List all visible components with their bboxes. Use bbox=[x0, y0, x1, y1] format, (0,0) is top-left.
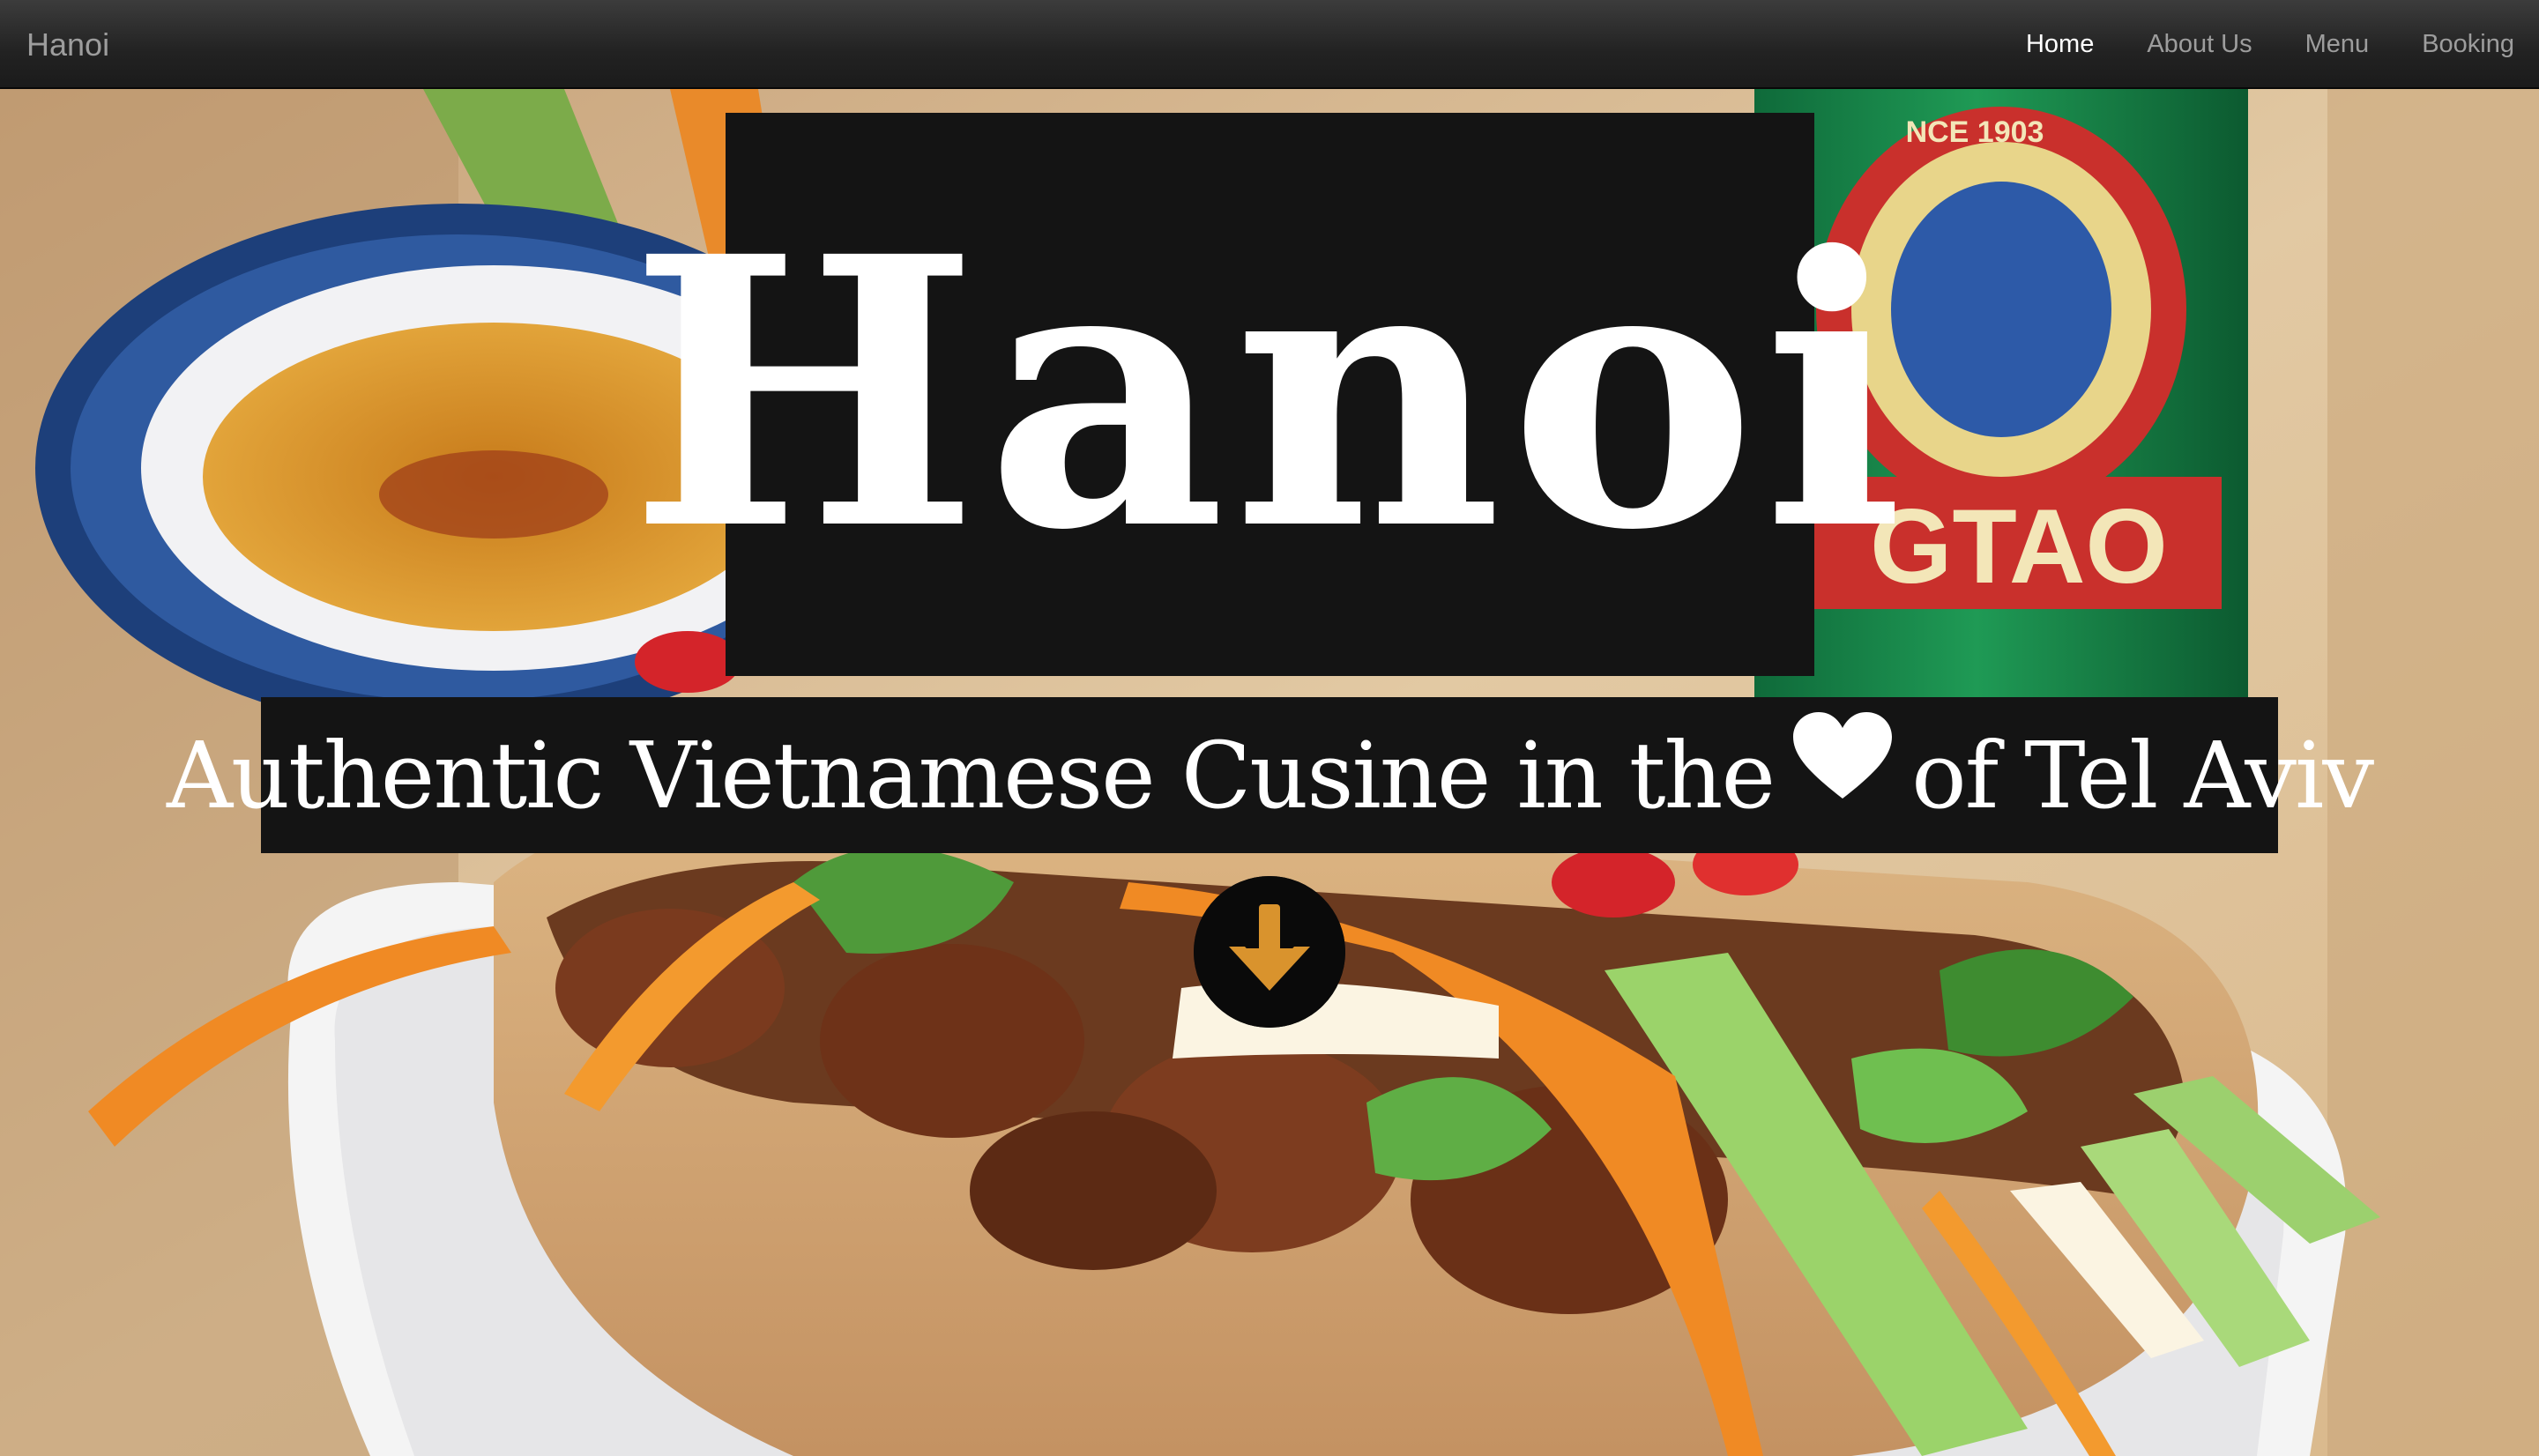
nav-item-about-us[interactable]: About Us bbox=[2147, 0, 2252, 89]
heart-icon bbox=[1793, 711, 1893, 800]
scroll-down-button[interactable] bbox=[1194, 876, 1345, 1028]
title-box: Hanoi bbox=[629, 113, 1904, 676]
hero-section: GTAO NCE 1903 Hanoi Authentic Vietnamese… bbox=[0, 89, 2539, 1456]
nav-item-home[interactable]: Home bbox=[2026, 0, 2094, 89]
arrow-down-circle-icon bbox=[1194, 876, 1345, 1028]
navbar: Hanoi Home About Us Menu Booking bbox=[0, 0, 2539, 89]
nav-menu: Home About Us Menu Booking bbox=[2026, 0, 2514, 89]
nav-item-menu[interactable]: Menu bbox=[2305, 0, 2370, 89]
subtitle-box: Authentic Vietnamese Cusine in the of Te… bbox=[167, 697, 2374, 853]
beer-can-text: GTAO bbox=[1870, 487, 2168, 605]
subtitle-text-start: Authentic Vietnamese Cusine in the bbox=[166, 721, 1776, 829]
page-title: Hanoi bbox=[629, 176, 1911, 612]
beer-can-band-text: NCE 1903 bbox=[1906, 115, 2044, 149]
subtitle-text-end: of Tel Aviv bbox=[1911, 721, 2374, 829]
nav-item-booking[interactable]: Booking bbox=[2422, 0, 2514, 89]
brand-link[interactable]: Hanoi bbox=[26, 0, 109, 89]
